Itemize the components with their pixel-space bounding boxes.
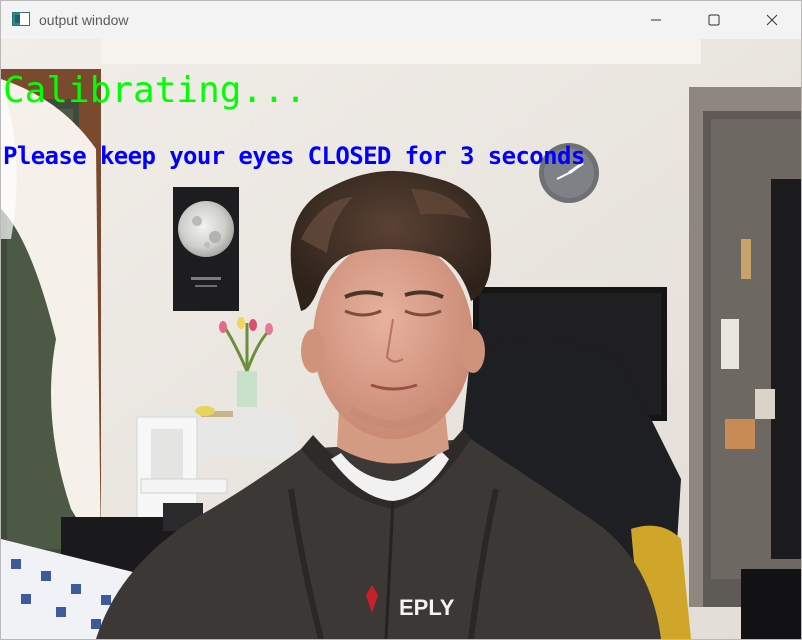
- window-title: output window: [39, 12, 129, 28]
- video-frame: EPLY Calibrating... Please keep your eye…: [1, 39, 801, 639]
- person-face: [313, 239, 473, 439]
- calibration-instruction-text: Please keep your eyes CLOSED for 3 secon…: [3, 142, 585, 170]
- minimize-button[interactable]: [627, 1, 685, 39]
- calibration-status-text: Calibrating...: [3, 70, 307, 111]
- app-window-icon: [12, 12, 30, 26]
- close-button[interactable]: [743, 1, 801, 39]
- hoodie-logo-text: EPLY: [399, 595, 455, 620]
- webcam-image: EPLY: [1, 39, 801, 639]
- minimize-icon: [650, 14, 662, 26]
- flower-vase: [237, 371, 257, 407]
- close-icon: [766, 14, 778, 26]
- output-window: output window EPLY Calibrating... Please…: [0, 0, 802, 640]
- maximize-icon: [708, 14, 720, 26]
- title-bar[interactable]: output window: [1, 1, 801, 39]
- maximize-button[interactable]: [685, 1, 743, 39]
